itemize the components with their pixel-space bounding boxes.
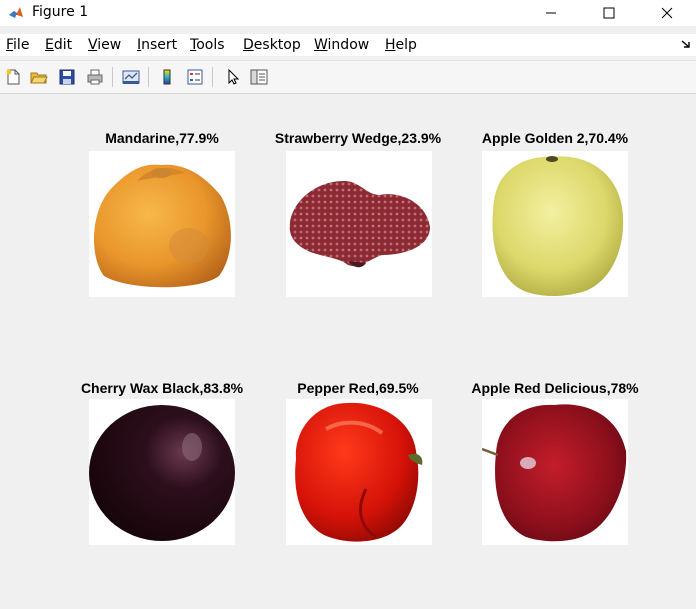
pepper-red-image bbox=[286, 399, 432, 545]
strawberry-wedge-image bbox=[286, 151, 432, 297]
link-plot-icon bbox=[122, 70, 140, 84]
print-button[interactable] bbox=[84, 66, 106, 88]
link-plot-button[interactable] bbox=[120, 66, 142, 88]
edit-plot-icon bbox=[228, 68, 240, 85]
subplot-title: Apple Golden 2,70.4% bbox=[481, 130, 629, 146]
menu-insert[interactable]: Insert bbox=[137, 37, 177, 53]
apple-golden-image bbox=[482, 151, 628, 297]
minimize-button[interactable] bbox=[522, 0, 580, 26]
toolbar-separator bbox=[212, 67, 213, 87]
insert-colorbar-icon bbox=[163, 69, 171, 85]
new-figure-icon bbox=[6, 69, 20, 85]
property-inspector-button[interactable] bbox=[248, 66, 270, 88]
menu-help[interactable]: Help bbox=[385, 37, 417, 53]
figure-canvas: Mandarine,77.9% Strawberry Wedge,23.9% A… bbox=[0, 94, 696, 609]
close-button[interactable] bbox=[638, 0, 696, 26]
cherry-wax-black-image bbox=[89, 399, 235, 545]
apple-red-delicious-image bbox=[482, 399, 628, 545]
edit-plot-button[interactable] bbox=[222, 66, 244, 88]
figure-toolbar bbox=[0, 60, 696, 94]
subplot-title: Cherry Wax Black,83.8% bbox=[80, 380, 244, 396]
subplot-title: Apple Red Delicious,78% bbox=[471, 380, 639, 396]
subplot-title: Mandarine,77.9% bbox=[105, 130, 219, 146]
dock-figure-icon[interactable] bbox=[680, 38, 692, 50]
save-button[interactable] bbox=[56, 66, 78, 88]
matlab-logo-icon bbox=[9, 7, 23, 18]
save-icon bbox=[59, 69, 75, 85]
menu-bar: File Edit View Insert Tools Desktop Wind… bbox=[0, 34, 696, 56]
maximize-button[interactable] bbox=[580, 0, 638, 26]
menu-view[interactable]: View bbox=[88, 37, 121, 53]
menu-desktop[interactable]: Desktop bbox=[243, 37, 301, 53]
maximize-icon bbox=[603, 7, 615, 19]
open-file-button[interactable] bbox=[28, 66, 50, 88]
close-icon bbox=[661, 7, 673, 19]
mandarine-image bbox=[89, 151, 235, 297]
toolbar-separator bbox=[112, 67, 113, 87]
new-figure-button[interactable] bbox=[2, 66, 24, 88]
menu-edit[interactable]: Edit bbox=[45, 37, 72, 53]
open-file-icon bbox=[30, 72, 48, 84]
insert-legend-icon bbox=[187, 69, 203, 85]
minimize-icon bbox=[546, 12, 556, 14]
insert-legend-button[interactable] bbox=[184, 66, 206, 88]
window-title: Figure 1 bbox=[32, 4, 89, 20]
subplot-title: Strawberry Wedge,23.9% bbox=[274, 130, 442, 146]
title-bar: Figure 1 bbox=[0, 0, 696, 26]
property-inspector-icon bbox=[250, 69, 268, 85]
toolbar-separator bbox=[148, 67, 149, 87]
print-icon bbox=[87, 69, 103, 85]
menu-file[interactable]: File bbox=[6, 37, 29, 53]
menu-window[interactable]: Window bbox=[314, 37, 369, 53]
insert-colorbar-button[interactable] bbox=[156, 66, 178, 88]
menu-tools[interactable]: Tools bbox=[190, 37, 225, 53]
subplot-title: Pepper Red,69.5% bbox=[297, 380, 419, 396]
